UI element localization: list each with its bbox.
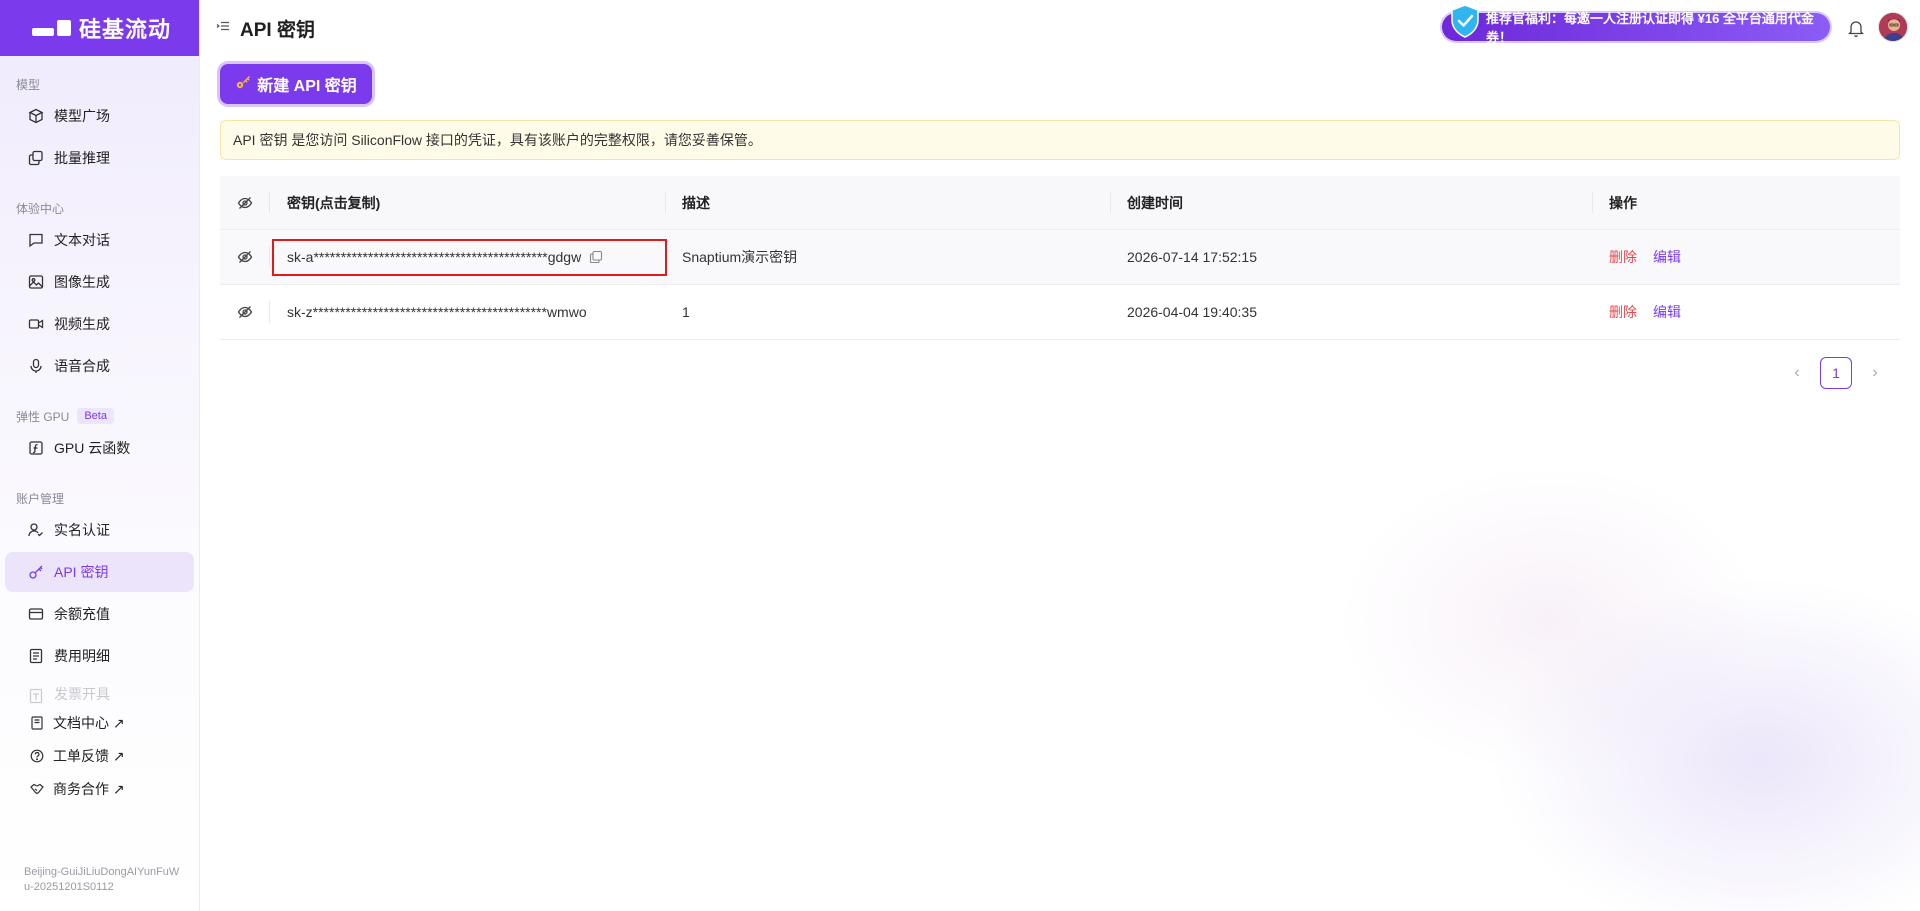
api-key-value: sk-z************************************… <box>287 304 587 320</box>
api-key-copy[interactable]: sk-a************************************… <box>287 249 603 265</box>
table-header: 密钥(点击复制) 描述 创建时间 操作 <box>220 176 1900 230</box>
beta-badge: Beta <box>77 408 114 424</box>
copy-stack-icon <box>28 150 44 166</box>
receipt-icon <box>28 648 44 664</box>
sidebar-link-label: 文档中心 ↗ <box>53 714 125 731</box>
new-api-key-button[interactable]: 新建 API 密钥 <box>220 64 372 104</box>
section-title-playground: 体验中心 <box>16 201 65 216</box>
new-api-key-label: 新建 API 密钥 <box>257 78 357 95</box>
sidebar-item-verification[interactable]: 实名认证 <box>5 510 194 550</box>
api-keys-table: 密钥(点击复制) 描述 创建时间 操作 sk-a****************… <box>220 176 1900 340</box>
sidebar-item-api-keys[interactable]: API 密钥 <box>5 552 194 592</box>
edit-button[interactable]: 编辑 <box>1653 247 1681 267</box>
sidebar-item-batch-inference[interactable]: 批量推理 <box>5 138 194 178</box>
page-number-current[interactable]: 1 <box>1820 357 1852 389</box>
sidebar-link-business[interactable]: 商务合作 ↗ <box>0 772 199 805</box>
promo-text: 推荐官福利：每邀一人注册认证即得 ¥16 全平台通用代金券！ <box>1486 11 1814 45</box>
image-icon <box>28 274 44 290</box>
sidebar-item-billing[interactable]: 费用明细 <box>5 636 194 676</box>
security-notice: API 密钥 是您访问 SiliconFlow 接口的凭证，具有该账户的完整权限… <box>220 120 1900 160</box>
sidebar-item-label: 余额充值 <box>54 606 110 622</box>
section-title-account: 账户管理 <box>16 491 65 506</box>
created-time-cell: 2026-04-04 19:40:35 <box>1127 304 1257 320</box>
sidebar-item-label: 视频生成 <box>54 316 110 332</box>
sidebar-item-label: GPU 云函数 <box>54 440 131 456</box>
sidebar-item-label: 费用明细 <box>54 648 110 664</box>
prev-page-icon[interactable]: ‹ <box>1788 364 1806 382</box>
next-page-icon[interactable]: › <box>1866 364 1884 382</box>
brand-name: 硅基流动 <box>79 17 172 42</box>
mic-icon <box>28 358 44 374</box>
notice-text: API 密钥 是您访问 SiliconFlow 接口的凭证，具有该账户的完整权限… <box>233 132 762 148</box>
sidebar-item-video-gen[interactable]: 视频生成 <box>5 304 194 344</box>
sidebar-item-label: 模型广场 <box>54 108 110 124</box>
referral-promo-banner[interactable]: 推荐官福利：每邀一人注册认证即得 ¥16 全平台通用代金券！ <box>1442 4 1830 45</box>
user-check-icon <box>28 522 44 538</box>
sidebar-item-label: 实名认证 <box>54 522 110 538</box>
video-icon <box>28 316 44 332</box>
help-circle-icon <box>30 749 44 763</box>
function-icon <box>28 440 44 456</box>
avatar[interactable] <box>1878 12 1908 42</box>
delete-button[interactable]: 删除 <box>1609 247 1637 267</box>
key-emoji-icon <box>235 74 251 95</box>
api-key-value: sk-a************************************… <box>287 249 582 265</box>
column-header-created: 创建时间 <box>1111 176 1593 229</box>
created-time-cell: 2026-07-14 17:52:15 <box>1127 249 1257 265</box>
handshake-icon <box>30 782 44 796</box>
logo-icon <box>32 20 71 36</box>
bell-icon[interactable] <box>1847 19 1865 37</box>
sidebar-link-label: 商务合作 ↗ <box>53 780 125 797</box>
collapse-menu-icon[interactable] <box>216 19 230 33</box>
sidebar-item-label: 批量推理 <box>54 150 110 166</box>
description-cell: Snaptium演示密钥 <box>682 249 798 265</box>
logo[interactable]: 硅基流动 <box>0 0 199 56</box>
card-icon <box>28 606 44 622</box>
sidebar-item-label: API 密钥 <box>54 564 109 580</box>
sidebar-item-model-square[interactable]: 模型广场 <box>5 96 194 136</box>
app-root: 硅基流动 模型 模型广场 批量推理 体验中心 文本对话 图像生成 视频生成 语音… <box>0 0 1920 911</box>
description-cell: 1 <box>682 304 690 320</box>
delete-button[interactable]: 删除 <box>1609 302 1637 322</box>
eye-off-icon[interactable] <box>237 304 253 320</box>
section-title-models: 模型 <box>16 77 41 92</box>
copy-icon[interactable] <box>589 250 603 264</box>
eye-off-icon[interactable] <box>237 249 253 265</box>
sidebar-item-chat[interactable]: 文本对话 <box>5 220 194 260</box>
edit-button[interactable]: 编辑 <box>1653 302 1681 322</box>
shield-check-icon <box>1450 4 1480 38</box>
section-title-gpu: 弹性 GPU Beta <box>0 388 199 426</box>
column-header-description: 描述 <box>666 176 1111 229</box>
sidebar-item-tts[interactable]: 语音合成 <box>5 346 194 386</box>
sidebar-item-recharge[interactable]: 余额充值 <box>5 594 194 634</box>
sidebar-item-invoice[interactable]: 发票开具 <box>5 678 194 704</box>
key-icon <box>28 564 44 580</box>
table-row: sk-z************************************… <box>220 285 1900 340</box>
top-bar: API 密钥 推荐官福利：每邀一人注册认证即得 ¥16 全平台通用代金券！ <box>200 0 1920 56</box>
sidebar-item-gpu-functions[interactable]: GPU 云函数 <box>5 428 194 468</box>
invoice-icon <box>28 688 44 704</box>
chat-icon <box>28 232 44 248</box>
sidebar: 硅基流动 模型 模型广场 批量推理 体验中心 文本对话 图像生成 视频生成 语音… <box>0 0 200 911</box>
pagination: ‹ 1 › <box>1788 357 1884 389</box>
sidebar-item-label: 发票开具 <box>54 686 110 702</box>
eye-off-icon[interactable] <box>237 195 253 211</box>
sidebar-item-label: 语音合成 <box>54 358 110 374</box>
sidebar-link-label: 工单反馈 ↗ <box>53 747 125 764</box>
table-row: sk-a************************************… <box>220 230 1900 285</box>
sidebar-item-label: 图像生成 <box>54 274 110 290</box>
book-icon <box>30 715 44 730</box>
column-header-actions: 操作 <box>1609 194 1637 211</box>
sidebar-link-tickets[interactable]: 工单反馈 ↗ <box>0 739 199 772</box>
sidebar-item-image-gen[interactable]: 图像生成 <box>5 262 194 302</box>
api-key-copy[interactable]: sk-z************************************… <box>287 304 587 320</box>
sidebar-item-label: 文本对话 <box>54 232 110 248</box>
build-info: Beijing-GuiJiLiuDongAIYunFuWu-20251201S0… <box>24 866 180 893</box>
page-title: API 密钥 <box>240 20 315 41</box>
column-header-key: 密钥(点击复制) <box>270 176 666 229</box>
main-content: API 密钥 推荐官福利：每邀一人注册认证即得 ¥16 全平台通用代金券！ 新建… <box>200 0 1920 911</box>
sidebar-link-docs[interactable]: 文档中心 ↗ <box>0 706 199 739</box>
cube-icon <box>28 108 44 124</box>
